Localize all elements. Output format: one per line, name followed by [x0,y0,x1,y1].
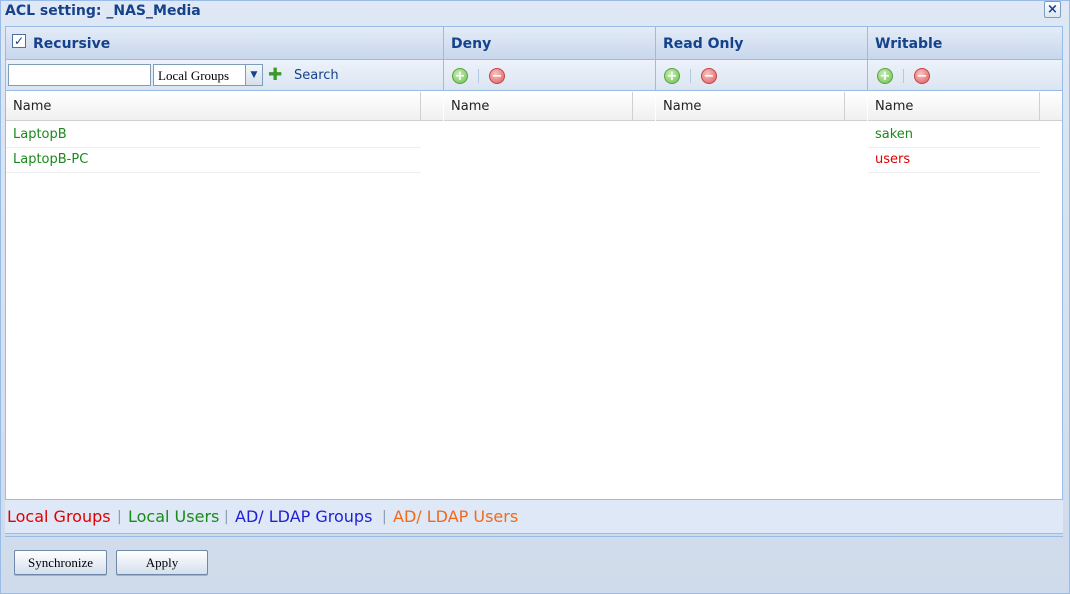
writable-remove-button[interactable]: − [914,68,930,84]
name-column-header: Name [663,99,702,114]
acl-setting-window: ACL setting: _NAS_Media × ✓ Recursive De… [0,0,1070,594]
name-column-header: Name [875,99,914,114]
search-input[interactable] [8,64,151,86]
column-resizer[interactable] [1039,92,1040,120]
deny-add-button[interactable]: + [452,68,468,84]
list-item-label: users [875,152,911,167]
left-grid-header[interactable]: Name [6,92,443,121]
minus-icon: − [491,69,503,84]
minus-icon: − [916,69,928,84]
acl-panel: ✓ Recursive Deny Read Only Writable Loca… [5,26,1063,534]
legend-local-groups: Local Groups [7,507,111,526]
legend-separator: | [224,509,229,525]
close-icon: × [1047,2,1058,17]
chevron-down-icon[interactable]: ▼ [245,65,262,85]
check-icon: ✓ [13,34,25,48]
toolbar-divider [903,69,904,83]
group-type-value: Local Groups [158,68,230,83]
legend-ad-groups: AD/ LDAP Groups [235,507,373,526]
column-separator [867,27,868,91]
color-legend: Local Groups | Local Users | AD/ LDAP Gr… [5,499,1063,533]
list-item-label: LaptopB-PC [13,152,89,167]
column-resizer[interactable] [844,92,845,120]
close-button[interactable]: × [1044,1,1061,18]
legend-separator: | [382,509,387,525]
toolbar-divider [478,69,479,83]
writable-grid-header[interactable]: Name [868,92,1062,121]
column-separator [443,27,444,91]
deny-remove-button[interactable]: − [489,68,505,84]
plus-icon: + [454,69,466,84]
legend-local-users: Local Users [128,507,220,526]
column-resizer[interactable] [632,92,633,120]
column-separator [655,27,656,91]
list-item[interactable]: LaptopB-PC [6,148,421,173]
list-item-label: LaptopB [13,127,67,142]
deny-grid-header[interactable]: Name [444,92,655,121]
synchronize-button[interactable]: Synchronize [14,550,107,575]
writable-list-item[interactable]: saken [868,123,1040,148]
column-resizer[interactable] [420,92,421,120]
window-title: ACL setting: _NAS_Media [5,3,201,19]
legend-separator: | [117,509,122,525]
group-type-select[interactable]: Local Groups ▼ [153,64,263,86]
toolbar-divider [690,69,691,83]
list-item[interactable]: LaptopB [6,123,421,148]
name-column-header: Name [451,99,490,114]
footer-divider [5,536,1063,537]
title-bar: ACL setting: _NAS_Media × [1,1,1069,23]
read-only-remove-button[interactable]: − [701,68,717,84]
apply-button[interactable]: Apply [116,550,208,575]
minus-icon: − [703,69,715,84]
list-item-label: saken [875,127,914,142]
search-label: Search [294,68,339,83]
recursive-checkbox[interactable]: ✓ [12,34,26,48]
read-only-grid-header[interactable]: Name [656,92,867,121]
writable-list-item[interactable]: users [868,148,1040,173]
name-column-header: Name [13,99,52,114]
plus-icon: + [879,69,891,84]
puzzle-icon: ✚ [268,65,283,85]
writable-title: Writable [875,36,943,52]
deny-title: Deny [451,36,492,52]
writable-add-button[interactable]: + [877,68,893,84]
legend-ad-users: AD/ LDAP Users [393,507,519,526]
plus-icon: + [666,69,678,84]
recursive-label: Recursive [33,36,111,52]
read-only-add-button[interactable]: + [664,68,680,84]
read-only-title: Read Only [663,36,744,52]
